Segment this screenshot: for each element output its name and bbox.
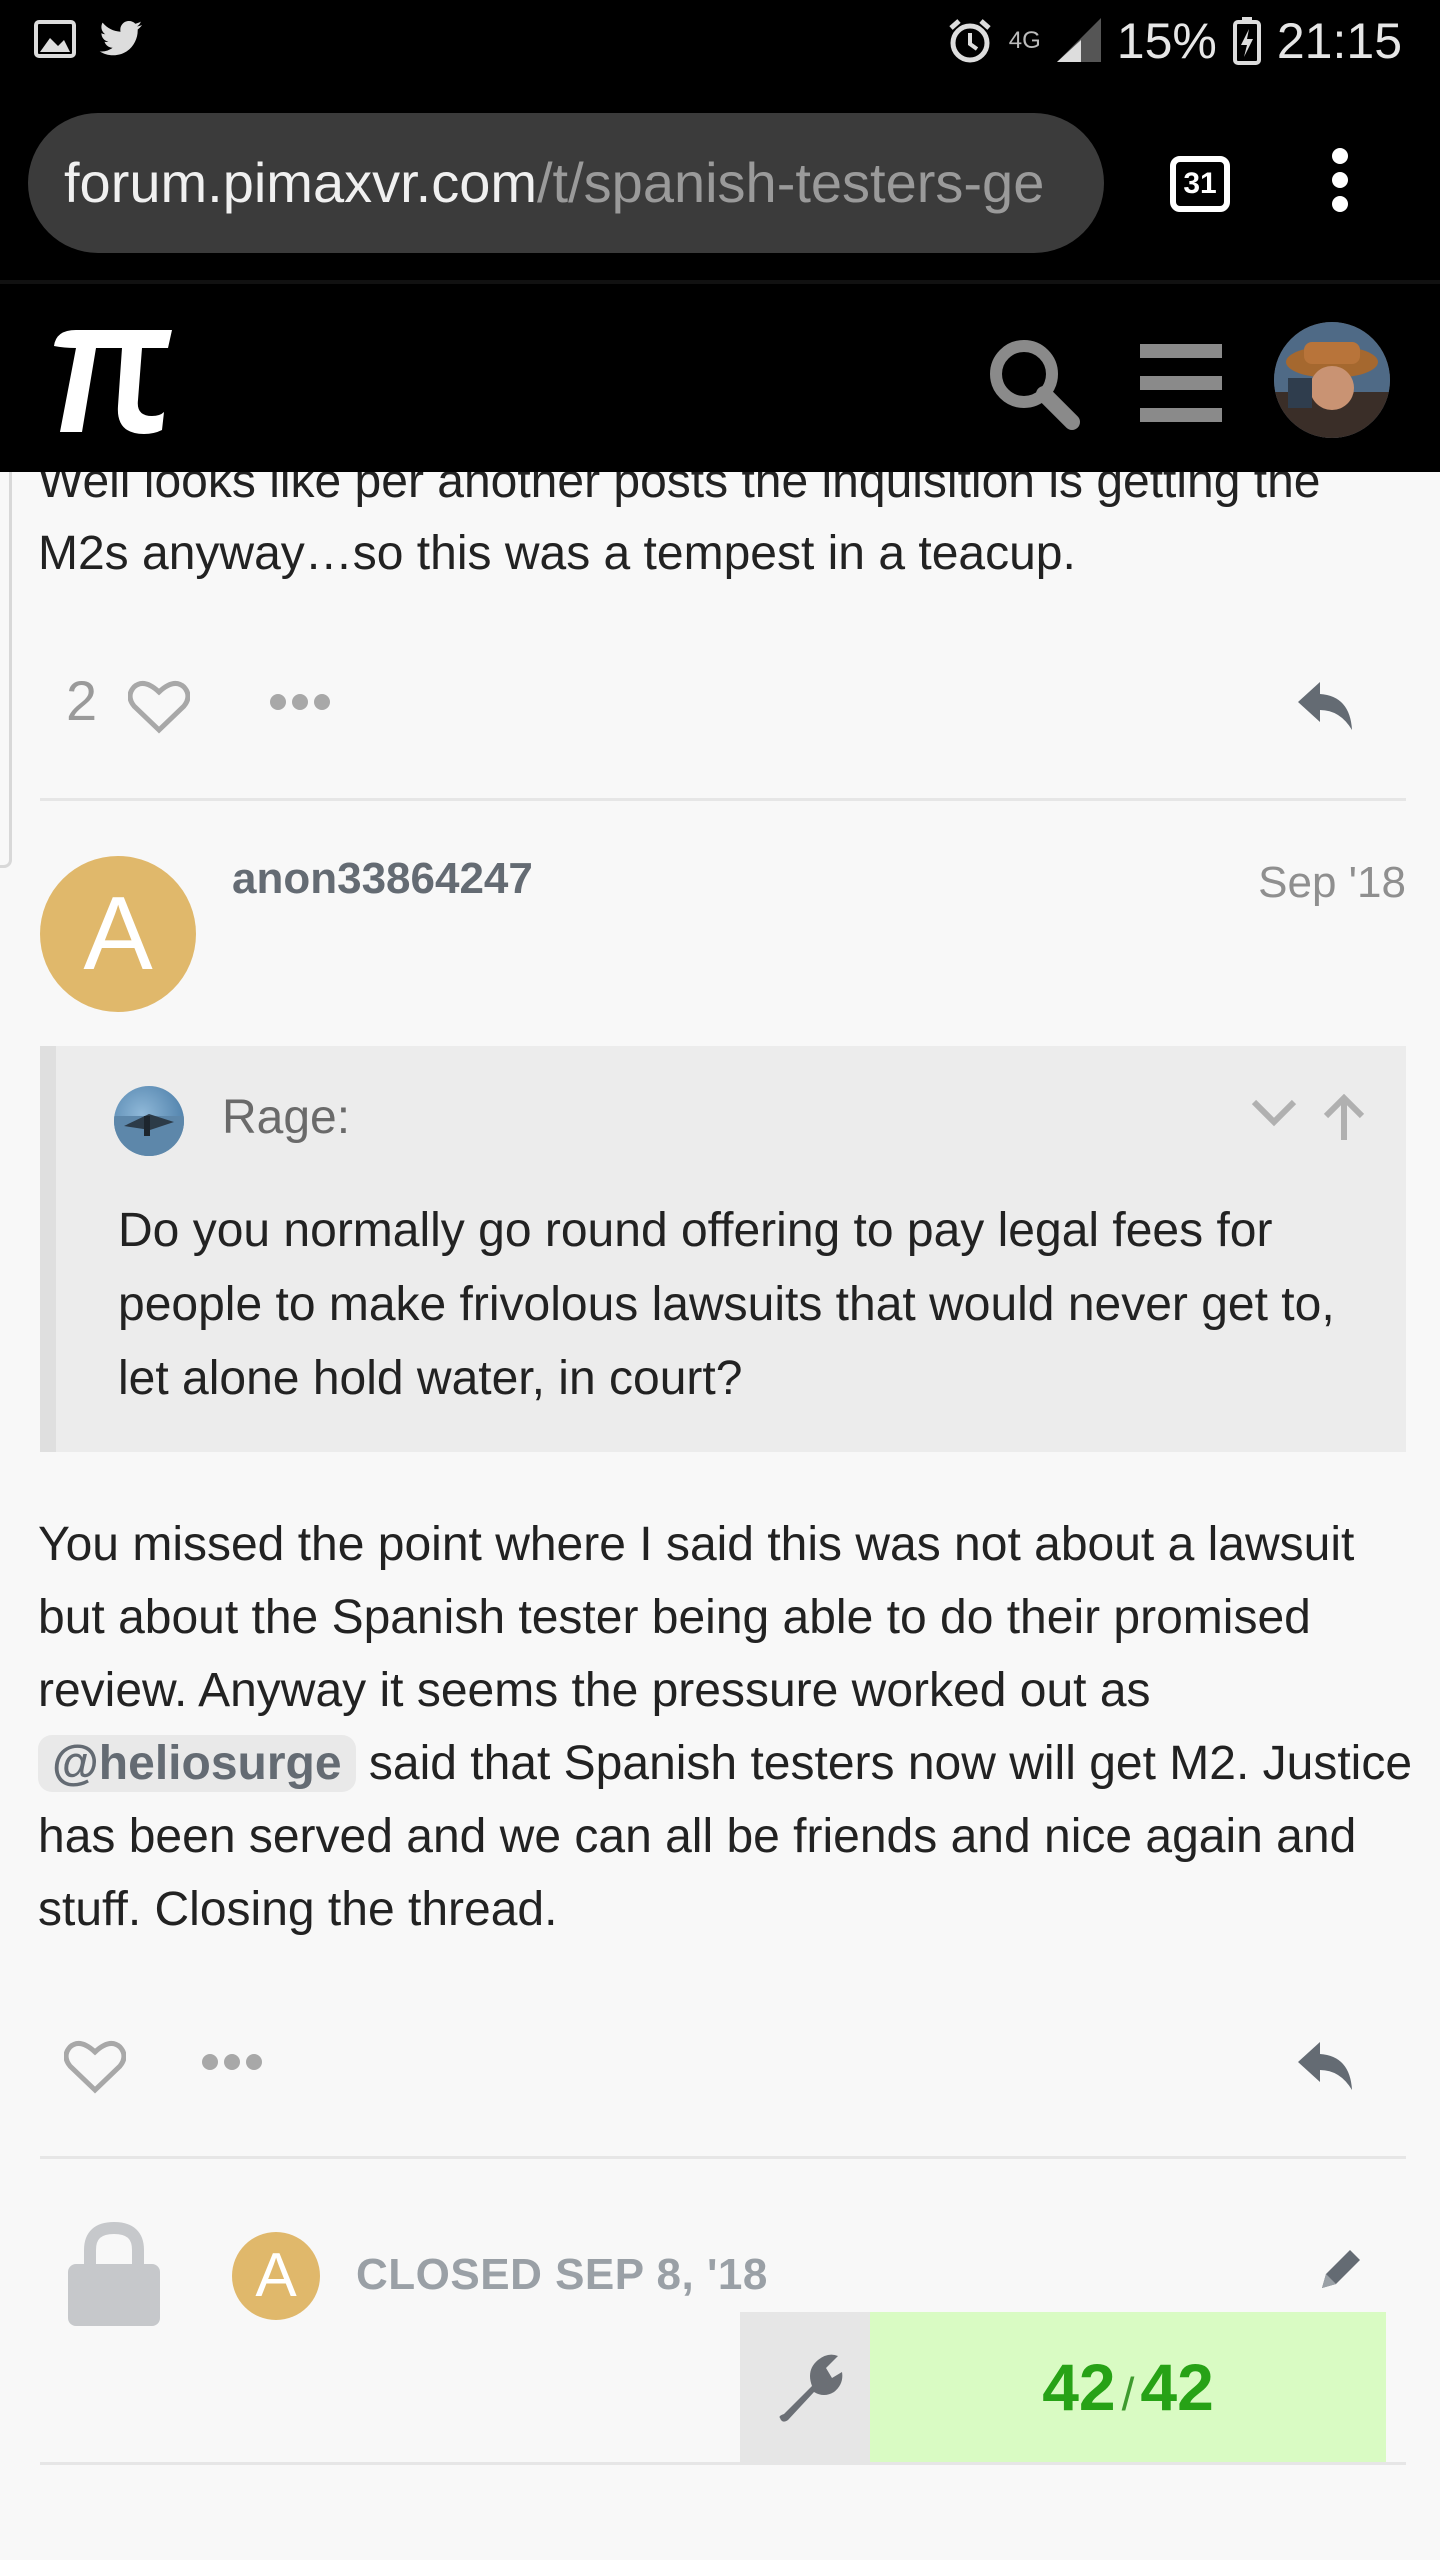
- like-heart-icon[interactable]: [64, 2038, 126, 2094]
- url-path: /t/spanish-testers-ge: [537, 151, 1045, 214]
- dot: [292, 694, 308, 710]
- search-icon: [990, 340, 1080, 430]
- post-body: You missed the point where I said this w…: [38, 1508, 1418, 1946]
- signal-icon: [1056, 18, 1101, 62]
- bottom-divider: [40, 2462, 1406, 2465]
- url-domain: forum.pimaxvr.com: [64, 151, 537, 214]
- dot: [314, 694, 330, 710]
- address-bar[interactable]: forum.pimaxvr.com/t/spanish-testers-ge: [28, 113, 1104, 253]
- post-divider: [40, 798, 1406, 801]
- like-heart-icon[interactable]: [128, 678, 190, 734]
- user-avatar-image: [1274, 322, 1390, 438]
- pencil-edit-icon[interactable]: [1316, 2244, 1366, 2294]
- quote-controls: [1250, 1094, 1366, 1142]
- hamburger-line: [1140, 408, 1222, 422]
- notification-icons: [34, 20, 144, 58]
- twitter-icon: [99, 21, 142, 56]
- tab-switcher-button[interactable]: 31: [1170, 156, 1230, 212]
- image-notification-icon: [34, 20, 76, 58]
- lock-icon: [68, 2221, 160, 2326]
- hamburger-line: [1140, 376, 1222, 390]
- battery-percent: 15%: [1116, 13, 1217, 69]
- quote-author-name: Rage:: [222, 1091, 351, 1144]
- reply-arrow-icon[interactable]: [1294, 678, 1358, 734]
- browser-menu-button[interactable]: [1320, 148, 1360, 218]
- browser-toolbar: forum.pimaxvr.com/t/spanish-testers-ge 3…: [0, 86, 1440, 280]
- closer-avatar[interactable]: A: [232, 2232, 320, 2320]
- post-actions: [40, 2020, 1406, 2100]
- dot: [224, 2054, 240, 2070]
- network-type: 4G: [1008, 27, 1041, 54]
- topic-stream: Well looks like per another posts the in…: [0, 472, 1440, 2560]
- more-actions-button[interactable]: [202, 2054, 262, 2070]
- previous-post-text: Well looks like per another posts the in…: [38, 472, 1321, 580]
- progress-current: 42: [1042, 2350, 1116, 2424]
- post-date[interactable]: Sep '18: [1258, 858, 1406, 908]
- pi-logo-icon: [54, 330, 172, 434]
- user-mention-link[interactable]: @heliosurge: [38, 1735, 356, 1792]
- hamburger-line: [1140, 344, 1222, 358]
- tab-count: 31: [1183, 167, 1217, 200]
- quote-block: Rage: Do you normally go round offering …: [40, 1046, 1406, 1452]
- alarm-icon: [949, 19, 991, 63]
- previous-post-actions: 2: [40, 660, 1406, 740]
- forum-header: [0, 280, 1440, 472]
- wrench-icon: [779, 2354, 843, 2422]
- admin-tools-button[interactable]: [740, 2312, 870, 2462]
- quote-author-avatar: [114, 1086, 184, 1156]
- reply-arrow-icon[interactable]: [1294, 2038, 1358, 2094]
- dot: [246, 2054, 262, 2070]
- pimax-logo[interactable]: [46, 324, 176, 441]
- post-body-text: You missed the point where I said this w…: [38, 1518, 1355, 1717]
- topic-progress-indicator[interactable]: 42/42: [870, 2312, 1386, 2462]
- quote-avatar-image: [114, 1114, 184, 1156]
- hamburger-menu-button[interactable]: [1140, 344, 1222, 440]
- post-username[interactable]: anon33864247: [232, 854, 533, 904]
- dot: [270, 694, 286, 710]
- chevron-down-icon[interactable]: [1250, 1094, 1298, 1130]
- like-count: 2: [66, 669, 98, 732]
- clock: 21:15: [1276, 13, 1402, 69]
- post-author-avatar[interactable]: A: [40, 856, 196, 1012]
- menu-dot-icon: [1332, 196, 1348, 212]
- system-status: 4G 15% 21:15: [947, 12, 1402, 70]
- closed-status-text: CLOSED SEP 8, '18: [356, 2250, 768, 2299]
- status-bar: 4G 15% 21:15: [0, 0, 1440, 86]
- menu-dot-icon: [1332, 172, 1348, 188]
- post-divider: [40, 2156, 1406, 2159]
- battery-charging-icon: [1232, 17, 1261, 65]
- menu-dot-icon: [1332, 148, 1348, 164]
- progress-total: 42: [1140, 2350, 1214, 2424]
- left-scroll-rail: [0, 472, 12, 868]
- quote-text: Do you normally go round offering to pay…: [118, 1204, 1335, 1405]
- progress-separator: /: [1121, 2368, 1135, 2420]
- arrow-up-icon[interactable]: [1322, 1094, 1366, 1142]
- more-actions-button[interactable]: [270, 694, 330, 710]
- search-button[interactable]: [984, 334, 1080, 435]
- dot: [202, 2054, 218, 2070]
- current-user-avatar[interactable]: [1274, 322, 1390, 438]
